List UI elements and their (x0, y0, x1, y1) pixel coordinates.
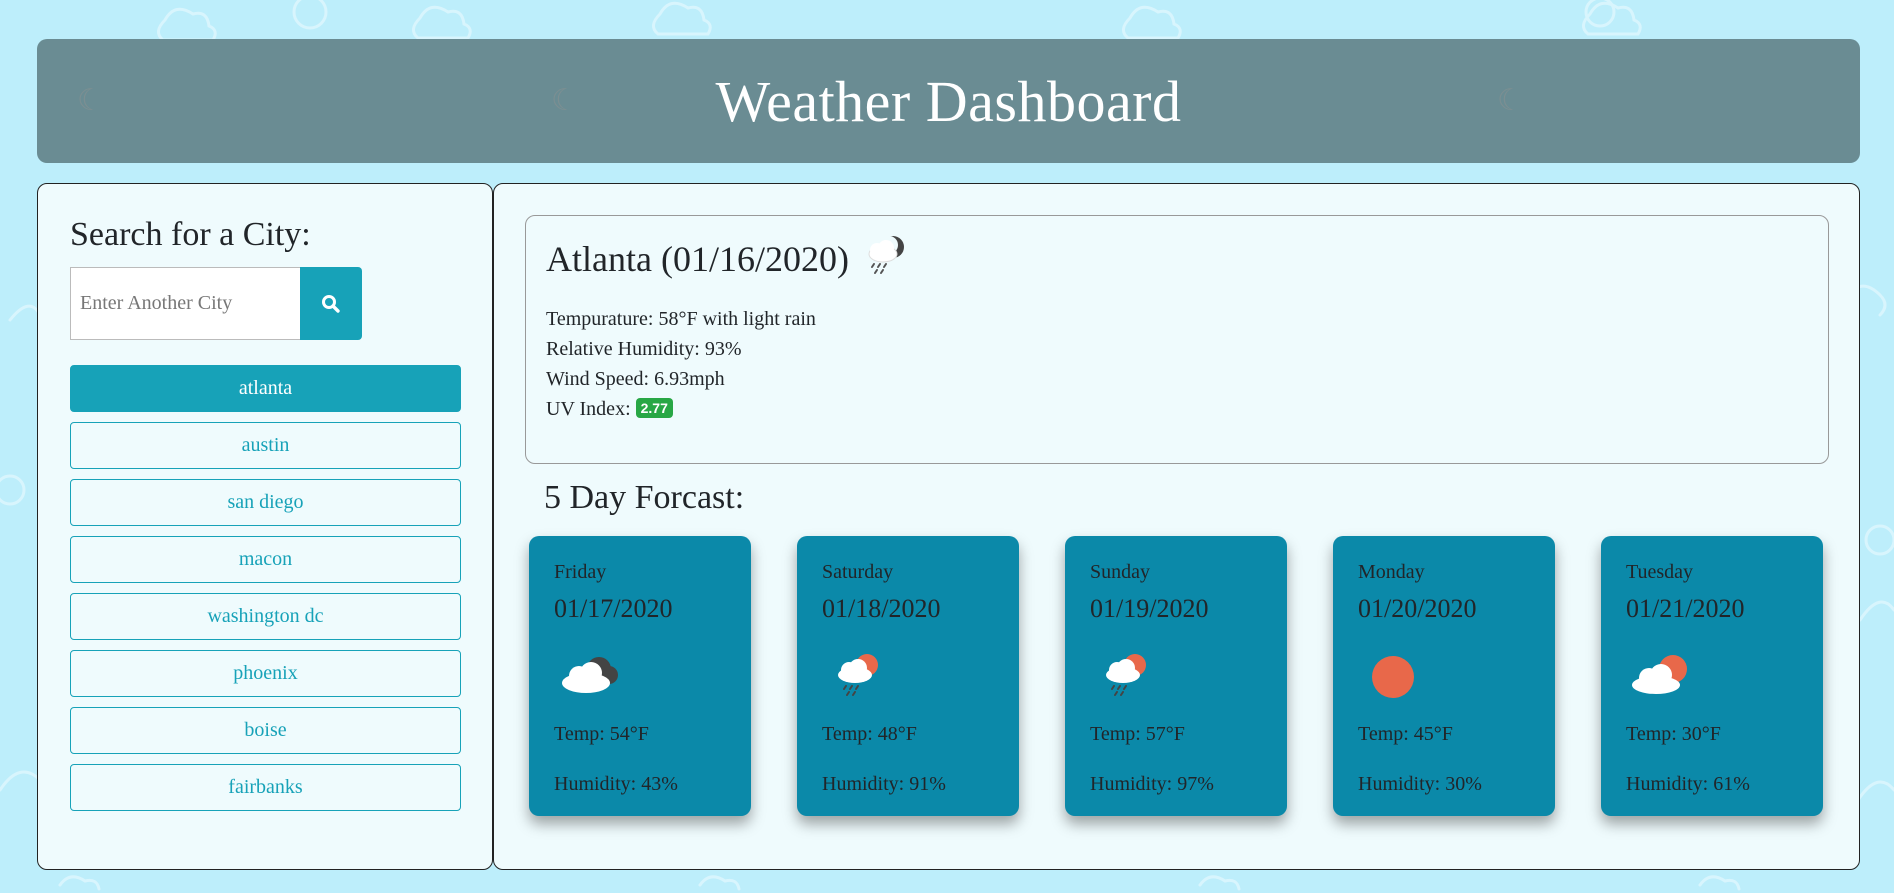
search-heading: Search for a City: (70, 216, 311, 253)
city-button-washington-dc[interactable]: washington dc (70, 593, 461, 640)
rain-sun-icon (1095, 651, 1161, 704)
partly-cloudy-icon (1631, 651, 1697, 704)
city-button-austin[interactable]: austin (70, 422, 461, 469)
forecast-day: Tuesday (1626, 561, 1694, 583)
forecast-temp: Temp: 30°F (1626, 723, 1721, 745)
moon-doodle-icon: ☾ (77, 84, 104, 117)
forecast-day: Saturday (822, 561, 894, 583)
moon-doodle-icon: ☾ (1497, 84, 1524, 117)
forecast-date: 01/17/2020 (554, 594, 673, 623)
sun-icon (1363, 651, 1429, 704)
search-button[interactable] (300, 267, 362, 340)
forecast-temp: Temp: 54°F (554, 723, 649, 745)
forecast-day: Monday (1358, 561, 1425, 583)
forecast-day: Sunday (1090, 561, 1150, 583)
search-history-list: atlanta austin san diego macon washingto… (70, 365, 461, 821)
city-search-input[interactable] (70, 267, 300, 340)
forecast-list: Friday 01/17/2020 Temp: 54°F Humidity: 4… (529, 536, 1823, 816)
forecast-temp: Temp: 45°F (1358, 723, 1453, 745)
forecast-date: 01/20/2020 (1358, 594, 1477, 623)
current-wind-speed: Wind Speed: 6.93mph (546, 368, 725, 390)
search-icon (322, 294, 340, 313)
forecast-date: 01/19/2020 (1090, 594, 1209, 623)
forecast-temp: Temp: 57°F (1090, 723, 1185, 745)
page-header: ☾ ☾ ☾ Weather Dashboard (37, 39, 1860, 163)
forecast-date: 01/18/2020 (822, 594, 941, 623)
current-city-date: Atlanta (01/16/2020) (546, 238, 849, 279)
forecast-card: Sunday 01/19/2020 Temp: 57°F Humidity: 9… (1065, 536, 1287, 816)
forecast-humidity: Humidity: 43% (554, 773, 678, 795)
city-button-boise[interactable]: boise (70, 707, 461, 754)
night-rain-icon (863, 232, 909, 285)
rain-sun-icon (827, 651, 893, 704)
cloudy-night-icon (559, 651, 625, 704)
city-search-panel: Search for a City: atlanta austin san di… (37, 183, 493, 870)
city-button-atlanta[interactable]: atlanta (70, 365, 461, 412)
forecast-temp: Temp: 48°F (822, 723, 917, 745)
forecast-date: 01/21/2020 (1626, 594, 1745, 623)
uv-badge: 2.77 (635, 398, 673, 418)
city-button-macon[interactable]: macon (70, 536, 461, 583)
search-form (70, 267, 362, 340)
current-weather-heading: Atlanta (01/16/2020) (546, 232, 909, 285)
weather-panel: Atlanta (01/16/2020) Tempurature: 58°F w… (493, 183, 1860, 870)
current-uv-index: UV Index: 2.77 (546, 394, 816, 424)
forecast-day: Friday (554, 561, 607, 583)
page-title: Weather Dashboard (715, 68, 1182, 134)
forecast-heading: 5 Day Forcast: (544, 479, 745, 516)
city-button-phoenix[interactable]: phoenix (70, 650, 461, 697)
forecast-card: Monday 01/20/2020 Temp: 45°F Humidity: 3… (1333, 536, 1555, 816)
forecast-card: Saturday 01/18/2020 Temp: 48°F Humidity:… (797, 536, 1019, 816)
forecast-humidity: Humidity: 30% (1358, 773, 1482, 795)
forecast-card: Tuesday 01/21/2020 Temp: 30°F Humidity: … (1601, 536, 1823, 816)
city-button-fairbanks[interactable]: fairbanks (70, 764, 461, 811)
forecast-card: Friday 01/17/2020 Temp: 54°F Humidity: 4… (529, 536, 751, 816)
current-humidity: Relative Humidity: 93% (546, 338, 742, 360)
forecast-humidity: Humidity: 91% (822, 773, 946, 795)
city-button-san-diego[interactable]: san diego (70, 479, 461, 526)
forecast-humidity: Humidity: 97% (1090, 773, 1214, 795)
uv-label: UV Index: (546, 398, 631, 420)
moon-doodle-icon: ☾ (551, 84, 578, 117)
current-weather-details: Tempurature: 58°F with light rain Relati… (546, 304, 816, 424)
forecast-humidity: Humidity: 61% (1626, 773, 1750, 795)
current-weather-card: Atlanta (01/16/2020) Tempurature: 58°F w… (525, 215, 1829, 464)
current-temperature: Tempurature: 58°F with light rain (546, 308, 816, 330)
